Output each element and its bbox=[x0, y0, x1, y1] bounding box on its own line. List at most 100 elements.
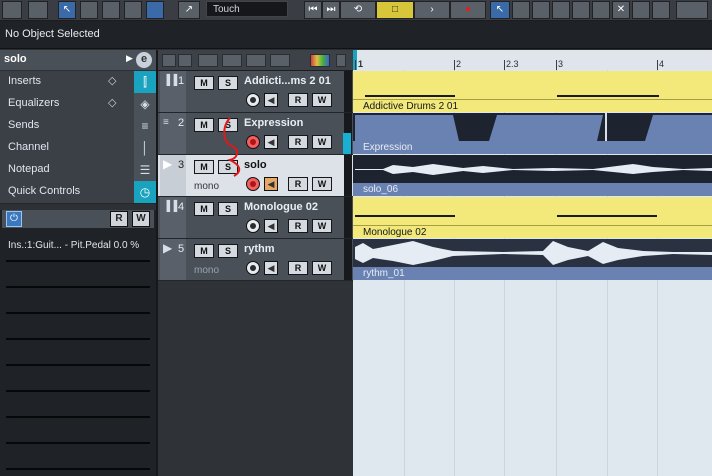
record-enable-button[interactable] bbox=[246, 135, 260, 149]
write-automation-button[interactable]: W bbox=[312, 219, 332, 233]
pointer-tool-icon[interactable]: ↖ bbox=[490, 1, 510, 19]
tool-range-icon[interactable] bbox=[512, 1, 530, 19]
inspector-section-equalizers[interactable]: Equalizers ◇ ◈ bbox=[0, 93, 156, 116]
object-select-tool-icon[interactable]: ↖ bbox=[58, 1, 76, 19]
track-name[interactable]: Monologue 02 bbox=[244, 201, 318, 213]
tool-mute-icon[interactable] bbox=[592, 1, 610, 19]
inspector-section-inserts[interactable]: Inserts ◇ ⫿ bbox=[0, 71, 156, 94]
inspector-section-sends[interactable]: Sends ≡ bbox=[0, 115, 156, 138]
read-automation-button[interactable]: R bbox=[288, 177, 308, 191]
inspector-header[interactable]: solo ▶ e bbox=[0, 50, 156, 70]
cycle-button[interactable]: ⟲ bbox=[340, 1, 376, 19]
solo-button[interactable]: S bbox=[218, 76, 238, 90]
tool-speaker-icon[interactable] bbox=[652, 1, 670, 19]
snap-button[interactable] bbox=[676, 1, 708, 19]
record-enable-button[interactable] bbox=[246, 219, 260, 233]
solo-button[interactable]: S bbox=[218, 244, 238, 258]
write-automation-button[interactable]: W bbox=[312, 177, 332, 191]
eq-icon[interactable]: ◈ bbox=[134, 93, 156, 115]
edit-channel-button[interactable]: e bbox=[136, 52, 152, 68]
part-body[interactable] bbox=[353, 239, 712, 267]
mute-button[interactable]: M bbox=[194, 244, 214, 258]
track-row[interactable]: ≡ 2 M S Expression ◀ R W bbox=[158, 113, 353, 155]
toolbar-button-2[interactable] bbox=[28, 1, 48, 19]
range-tool-icon[interactable] bbox=[80, 1, 98, 19]
record-button[interactable]: ● bbox=[450, 1, 486, 19]
write-automation-button[interactable]: W bbox=[312, 261, 332, 275]
inspector-section-notepad[interactable]: Notepad ☰ bbox=[0, 159, 156, 182]
track-row[interactable]: ▶ 3 M S solo mono ◀ R W bbox=[158, 155, 353, 197]
notepad-icon[interactable]: ☰ bbox=[134, 159, 156, 181]
stop-button[interactable]: □ bbox=[376, 1, 414, 19]
read-automation-button[interactable]: R bbox=[288, 135, 308, 149]
mute-button[interactable]: M bbox=[194, 160, 214, 174]
track-row[interactable]: ▐▐ 4 M S Monologue 02 ◀ R W bbox=[158, 197, 353, 239]
global-mute-icon[interactable] bbox=[198, 54, 218, 67]
draw-tool-icon[interactable] bbox=[146, 1, 164, 19]
track-name[interactable]: Addicti...ms 2 01 bbox=[244, 75, 331, 87]
arrange-lanes[interactable]: Addictive Drums 2 01 Expression solo_06 bbox=[353, 70, 712, 476]
mute-button[interactable]: M bbox=[194, 76, 214, 90]
mute-button[interactable]: M bbox=[194, 118, 214, 132]
part-body[interactable] bbox=[353, 155, 712, 183]
write-automation-button[interactable]: W bbox=[312, 93, 332, 107]
qc-write-button[interactable]: W bbox=[132, 211, 150, 227]
automation-mode-select[interactable]: Touch bbox=[206, 1, 288, 17]
global-write-icon[interactable] bbox=[270, 54, 290, 67]
bypass-icon[interactable]: ◇ bbox=[108, 74, 116, 87]
sends-icon[interactable]: ≡ bbox=[134, 115, 156, 137]
monitor-button[interactable]: ◀ bbox=[264, 261, 278, 275]
play-button[interactable]: › bbox=[414, 1, 450, 19]
glue-tool-icon[interactable] bbox=[124, 1, 142, 19]
mute-button[interactable]: M bbox=[194, 202, 214, 216]
instrument-part[interactable]: Addictive Drums 2 01 bbox=[353, 71, 712, 112]
monitor-button[interactable]: ◀ bbox=[264, 93, 278, 107]
qc-read-button[interactable]: R bbox=[110, 211, 128, 227]
quick-controls-icon[interactable]: ◷ bbox=[134, 181, 156, 203]
read-automation-button[interactable]: R bbox=[288, 93, 308, 107]
track-row[interactable]: ▶ 5 M S rythm mono ◀ R W bbox=[158, 239, 353, 281]
global-read-icon[interactable] bbox=[246, 54, 266, 67]
inspector-section-channel[interactable]: Channel │ bbox=[0, 137, 156, 160]
automation-icon[interactable]: ↗ bbox=[178, 1, 200, 19]
record-enable-button[interactable] bbox=[246, 93, 260, 107]
track-row[interactable]: ▐▐ 1 M S Addicti...ms 2 01 ◀ R W bbox=[158, 71, 353, 113]
channel-icon[interactable]: │ bbox=[134, 137, 156, 159]
tool-time-icon[interactable] bbox=[632, 1, 650, 19]
monitor-button[interactable]: ◀ bbox=[264, 135, 278, 149]
quick-control-slot-1[interactable]: Ins.:1:Guit... - Pit.Pedal 0.0 % bbox=[8, 240, 139, 251]
toolbar-button-1[interactable] bbox=[2, 1, 22, 19]
record-enable-button[interactable] bbox=[246, 261, 260, 275]
tool-eraser-icon[interactable] bbox=[552, 1, 570, 19]
write-automation-button[interactable]: W bbox=[312, 135, 332, 149]
read-automation-button[interactable]: R bbox=[288, 261, 308, 275]
solo-button[interactable]: S bbox=[218, 202, 238, 216]
monitor-button[interactable]: ◀ bbox=[264, 219, 278, 233]
track-name[interactable]: rythm bbox=[244, 243, 275, 255]
fast-forward-icon[interactable]: ⏭ bbox=[322, 1, 340, 19]
power-icon[interactable]: ⏻ bbox=[6, 211, 22, 227]
tool-pencil-icon[interactable] bbox=[532, 1, 550, 19]
track-colors-icon[interactable] bbox=[310, 54, 330, 67]
read-automation-button[interactable]: R bbox=[288, 219, 308, 233]
fx-insert-icon[interactable]: ⫿ bbox=[134, 71, 156, 93]
part-body[interactable] bbox=[353, 71, 712, 99]
split-tool-icon[interactable] bbox=[102, 1, 120, 19]
monitor-button[interactable]: ◀ bbox=[264, 177, 278, 191]
tool-cut-icon[interactable]: ✕ bbox=[612, 1, 630, 19]
part-body[interactable] bbox=[353, 197, 712, 225]
audio-event[interactable]: rythm_01 bbox=[353, 239, 712, 280]
tool-zoom-icon[interactable] bbox=[572, 1, 590, 19]
bypass-icon[interactable]: ◇ bbox=[108, 96, 116, 109]
timeline-ruler[interactable]: 1 2 2.3 3 4 bbox=[353, 50, 712, 71]
track-name[interactable]: Expression bbox=[244, 117, 303, 129]
rewind-icon[interactable]: ⏮ bbox=[304, 1, 322, 19]
instrument-part[interactable]: Monologue 02 bbox=[353, 197, 712, 238]
record-enable-button[interactable] bbox=[246, 177, 260, 191]
audio-event[interactable]: solo_06 bbox=[353, 155, 712, 196]
global-solo-icon[interactable] bbox=[222, 54, 242, 67]
midi-part[interactable]: Expression bbox=[353, 113, 712, 154]
collapse-arrow-icon[interactable]: ▶ bbox=[126, 53, 133, 64]
track-list-menu-icon[interactable] bbox=[162, 54, 176, 67]
track-list-filter-icon[interactable] bbox=[178, 54, 192, 67]
